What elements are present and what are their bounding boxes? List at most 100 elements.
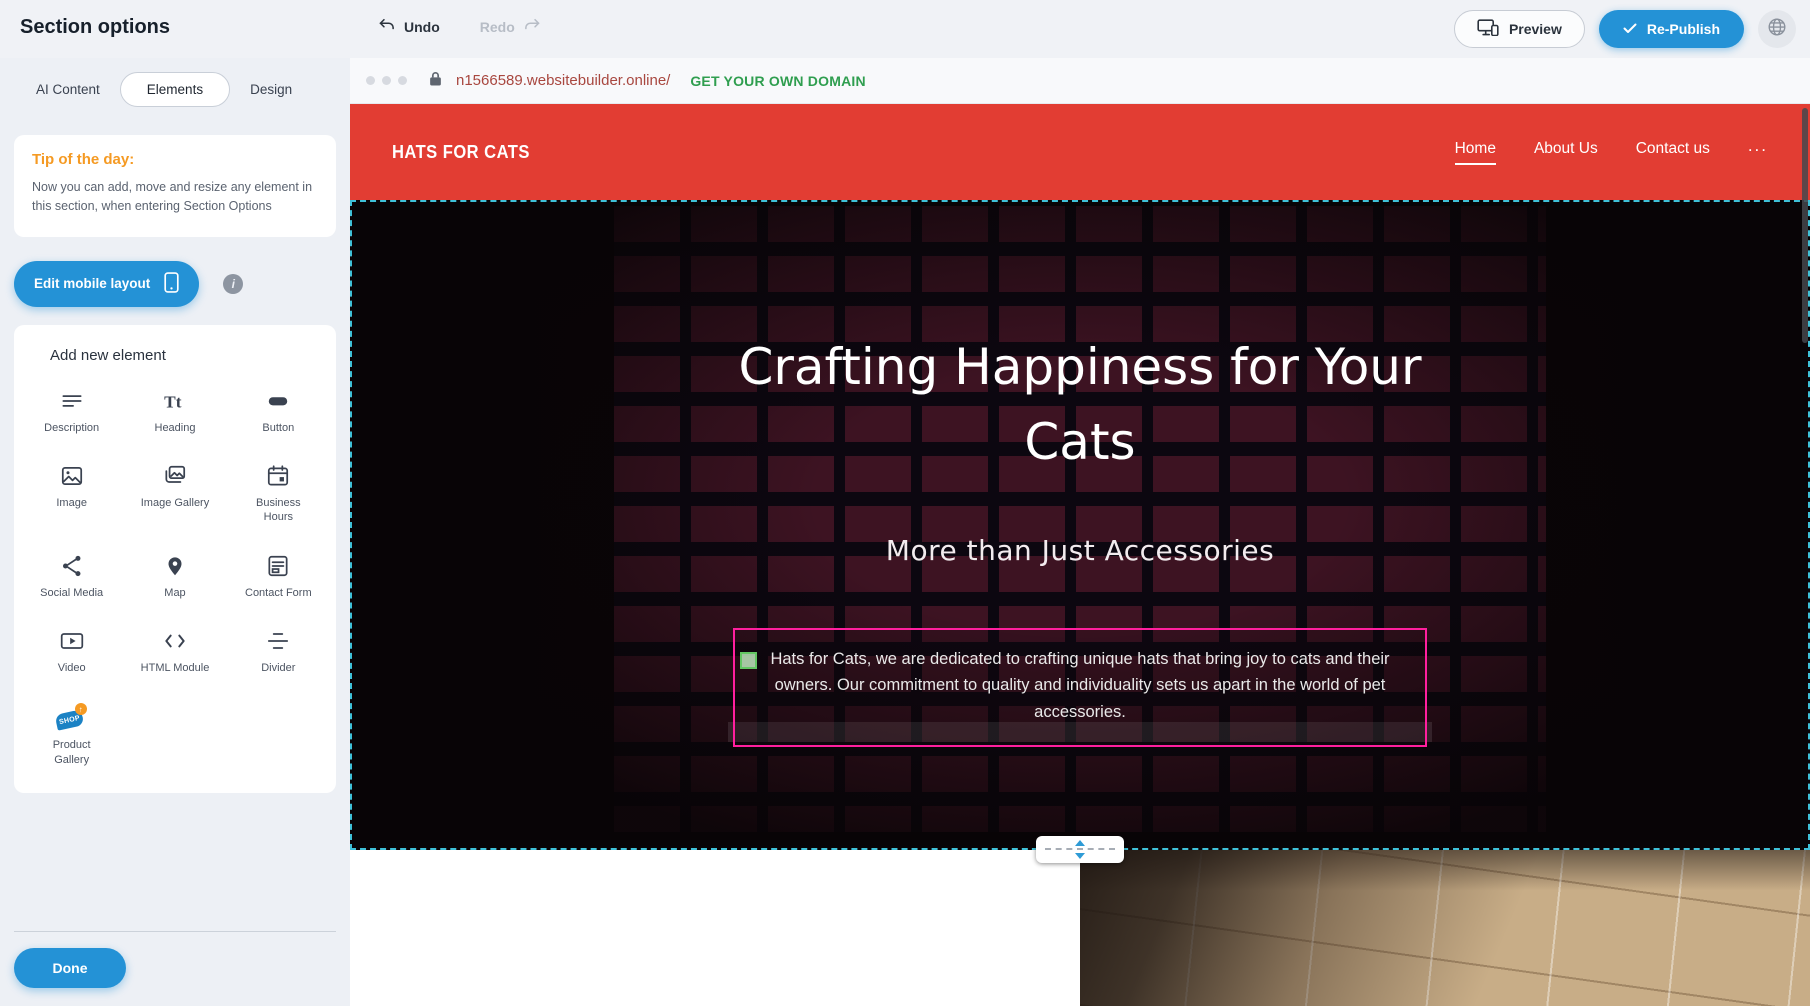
element-label: Map [164,586,185,600]
element-divider[interactable]: Divider [227,628,330,675]
selected-hero-section[interactable]: Crafting Happiness for Your Cats More th… [350,200,1810,850]
sidebar-tabs: AI Content Elements Design [22,72,336,107]
element-description[interactable]: Description [20,388,123,435]
description-icon [59,388,85,414]
element-label: Description [44,421,99,435]
window-dot [366,76,375,85]
get-domain-link[interactable]: GET YOUR OWN DOMAIN [690,73,865,89]
lock-icon [429,71,442,91]
html-module-icon [162,628,188,654]
map-icon [162,553,188,579]
element-label: Heading [155,421,196,435]
hero-vignette [352,202,1808,848]
tab-elements[interactable]: Elements [120,72,230,107]
add-element-panel: Add new element Description Tt Heading B… [14,325,336,793]
element-label: Business Hours [242,496,314,525]
element-label: Social Media [40,586,103,600]
redo-button[interactable]: Redo [480,18,541,35]
hero-paragraph-text: Hats for Cats, we are dedicated to craft… [770,650,1389,721]
site-nav: Home About Us Contact us ... [1455,136,1768,168]
selected-text-element[interactable]: Hats for Cats, we are dedicated to craft… [733,628,1427,747]
element-label: Product Gallery [36,738,108,767]
hero-subheading[interactable]: More than Just Accessories [352,534,1808,567]
redo-icon [523,18,541,35]
heading-icon: Tt [162,388,188,414]
element-video[interactable]: Video [20,628,123,675]
browser-address-bar: n1566589.websitebuilder.online/ GET YOUR… [350,58,1810,104]
republish-button[interactable]: Re-Publish [1599,10,1744,48]
window-dots [366,76,407,85]
nav-more-menu[interactable]: ... [1748,136,1768,168]
undo-button[interactable]: Undo [378,18,440,35]
image-gallery-icon [162,463,188,489]
preview-button[interactable]: Preview [1454,10,1585,48]
up-arrow-badge-icon: ↑ [75,703,87,715]
element-label: Divider [261,661,295,675]
element-social-media[interactable]: Social Media [20,553,123,600]
next-section[interactable] [350,850,1810,1006]
element-label: Button [262,421,294,435]
mobile-layout-row: Edit mobile layout i [14,261,336,307]
element-image[interactable]: Image [20,463,123,525]
tip-title: Tip of the day: [32,151,318,168]
element-map[interactable]: Map [123,553,226,600]
check-icon [1623,21,1637,37]
floor-photo-image[interactable] [1080,850,1810,1006]
tip-of-the-day-card: Tip of the day: Now you can add, move an… [14,135,336,237]
business-hours-icon [265,463,291,489]
website-canvas: HATS FOR CATS Home About Us Contact us .… [350,104,1810,1006]
element-html-module[interactable]: HTML Module [123,628,226,675]
nav-about-us[interactable]: About Us [1534,140,1598,165]
republish-label: Re-Publish [1647,21,1720,37]
undo-icon [378,18,396,35]
site-preview-area: n1566589.websitebuilder.online/ GET YOUR… [350,58,1810,1006]
social-media-icon [59,553,85,579]
element-business-hours[interactable]: Business Hours [227,463,330,525]
nav-contact-us[interactable]: Contact us [1636,140,1710,165]
element-label: Video [58,661,86,675]
devices-icon [1477,19,1499,39]
preview-label: Preview [1509,21,1562,37]
window-dot [382,76,391,85]
globe-icon [1766,16,1788,43]
element-label: HTML Module [141,661,210,675]
site-logo[interactable]: HATS FOR CATS [392,142,530,163]
element-button[interactable]: Button [227,388,330,435]
language-globe-button[interactable] [1758,10,1796,48]
hero-heading-text: Crafting Happiness for Your Cats [730,330,1430,480]
done-button[interactable]: Done [14,948,126,988]
top-toolbar: Section options Undo Redo Preview Re-P [0,0,1810,58]
window-dot [398,76,407,85]
hero-heading[interactable]: Crafting Happiness for Your Cats [352,330,1808,480]
page-title: Section options [20,16,170,39]
add-element-title: Add new element [50,347,330,364]
site-header[interactable]: HATS FOR CATS Home About Us Contact us .… [350,104,1810,200]
element-label: Contact Form [245,586,312,600]
element-label: Image [56,496,87,510]
element-contact-form[interactable]: Contact Form [227,553,330,600]
phone-icon [164,272,179,296]
element-heading[interactable]: Tt Heading [123,388,226,435]
svg-text:Tt: Tt [164,392,182,411]
section-resize-handle[interactable] [1036,836,1124,863]
site-url[interactable]: n1566589.websitebuilder.online/ [456,72,670,89]
edit-mobile-layout-label: Edit mobile layout [34,276,150,291]
nav-home[interactable]: Home [1455,140,1496,165]
image-icon [59,463,85,489]
preview-scrollbar[interactable] [1802,108,1808,343]
element-image-gallery[interactable]: Image Gallery [123,463,226,525]
contact-form-icon [265,553,291,579]
undo-redo-group: Undo Redo [378,18,541,35]
section-options-sidebar: AI Content Elements Design Tip of the da… [0,58,350,1006]
element-drag-handle[interactable] [740,652,757,669]
undo-label: Undo [404,19,440,35]
edit-mobile-layout-button[interactable]: Edit mobile layout [14,261,199,307]
info-icon[interactable]: i [223,274,243,294]
tab-ai-content[interactable]: AI Content [22,73,114,106]
tab-design[interactable]: Design [236,73,306,106]
video-icon [59,628,85,654]
element-product-gallery[interactable]: SHOP ↑ Product Gallery [20,703,123,767]
element-grid: Description Tt Heading Button Image [20,388,330,767]
topbar-actions: Preview Re-Publish [1454,10,1796,48]
redo-label: Redo [480,19,515,35]
